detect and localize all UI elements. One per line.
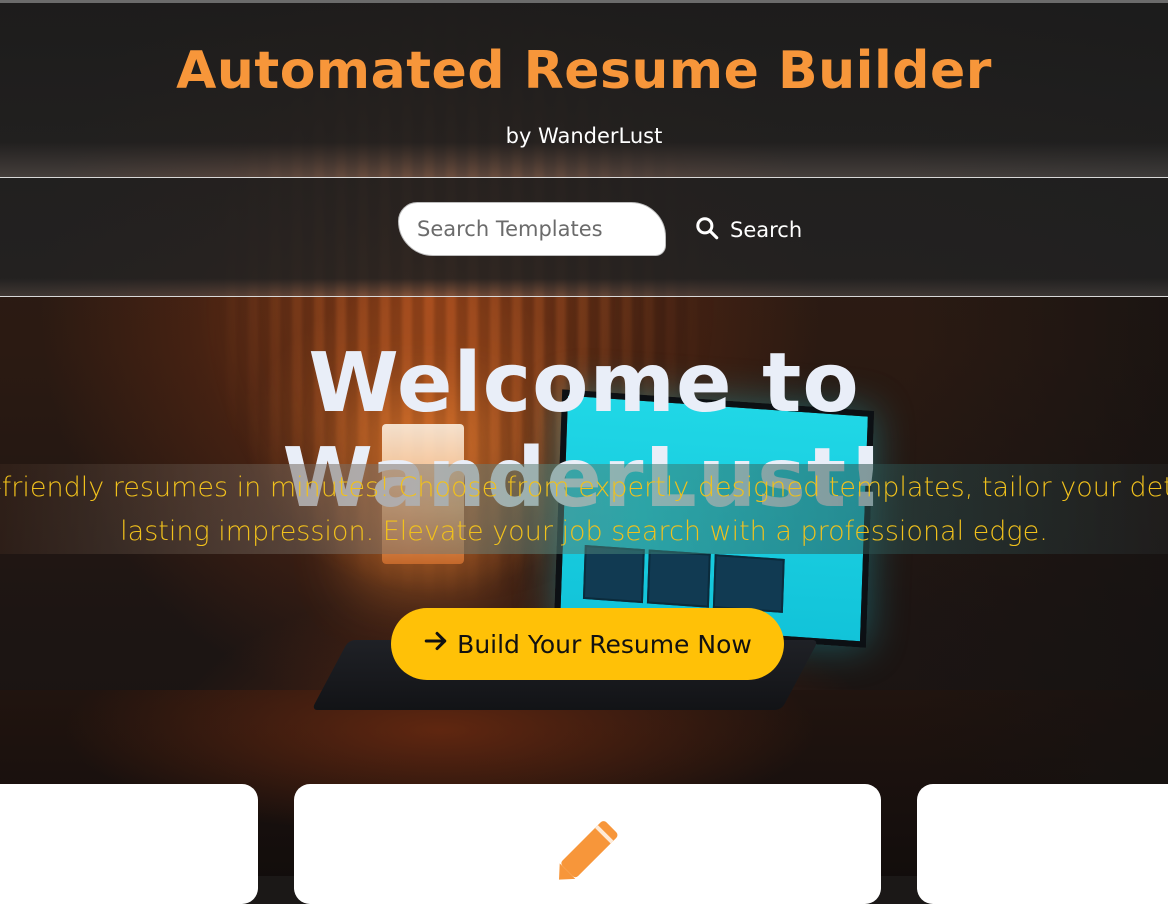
feature-card — [0, 784, 258, 904]
screen-tile — [712, 554, 785, 613]
tagline-line-2: lasting impression. Elevate your job sea… — [120, 516, 1048, 547]
tagline-line-1: -friendly resumes in minutes! Choose fro… — [0, 472, 1168, 503]
site-header: Automated Resume Builder by WanderLust — [0, 3, 1168, 177]
build-resume-button[interactable]: Build Your Resume Now — [391, 608, 784, 680]
search-button-label: Search — [730, 218, 803, 242]
screen-tile — [646, 549, 711, 608]
site-byline: by WanderLust — [505, 124, 663, 148]
search-divider — [0, 296, 1168, 297]
search-input[interactable] — [398, 202, 666, 256]
search-button[interactable]: Search — [690, 210, 806, 250]
feature-card — [917, 784, 1168, 904]
tagline-band: -friendly resumes in minutes! Choose fro… — [0, 464, 1168, 554]
arrow-right-icon — [423, 628, 449, 660]
site-title: Automated Resume Builder — [176, 41, 992, 101]
build-resume-label: Build Your Resume Now — [457, 629, 752, 659]
search-icon — [694, 215, 720, 246]
pencil-icon — [559, 821, 618, 880]
search-bar: Search — [0, 178, 1168, 296]
